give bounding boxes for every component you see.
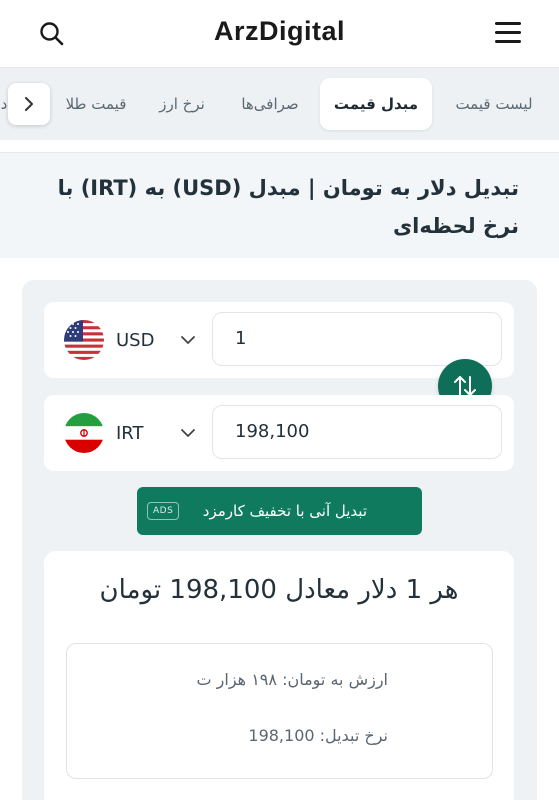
chevron-right-icon xyxy=(25,97,33,111)
value-label: ارزش به تومان: xyxy=(282,670,388,689)
from-currency-row: USD 1 xyxy=(44,302,514,378)
ads-badge: ADS xyxy=(147,502,180,520)
to-amount-input[interactable]: 198,100 xyxy=(212,405,502,459)
result-detail-box: ارزش به تومان: ۱۹۸ هزار ت نرخ تبدیل: 198… xyxy=(66,643,493,779)
chevron-down-icon xyxy=(181,429,195,437)
page-title-section: تبدیل دلار به تومان | مبدل (USD) به (IRT… xyxy=(0,152,559,258)
us-flag-icon xyxy=(64,320,104,360)
page-title: تبدیل دلار به تومان | مبدل (USD) به (IRT… xyxy=(57,176,519,238)
from-amount-input[interactable]: 1 xyxy=(212,312,502,366)
from-currency-code: USD xyxy=(116,329,155,351)
instant-convert-button[interactable]: ADS تبدیل آنی با تخفیف کارمزد xyxy=(137,487,422,535)
rate-value: 198,100 xyxy=(248,726,315,745)
from-currency-select[interactable]: USD xyxy=(64,320,198,360)
rate-label: نرخ تبدیل: xyxy=(319,726,388,745)
to-currency-select[interactable]: IRT xyxy=(64,413,198,453)
tab-price-converter[interactable]: مبدل قیمت xyxy=(320,78,432,130)
tab-gold-price[interactable]: قیمت طلا xyxy=(54,78,138,130)
value-line: ارزش به تومان: ۱۹۸ هزار ت xyxy=(197,670,388,689)
hamburger-menu-icon[interactable] xyxy=(495,22,521,46)
site-logo[interactable]: ArzDigital xyxy=(0,16,559,47)
rate-line: نرخ تبدیل: 198,100 xyxy=(248,726,388,745)
tabs-scroll-button[interactable] xyxy=(8,83,50,125)
chevron-down-icon xyxy=(181,336,195,344)
result-headline: هر 1 دلار معادل 198,100 تومان xyxy=(99,575,459,605)
iran-flag-icon xyxy=(64,413,104,453)
app-header: ArzDigital xyxy=(0,0,559,68)
result-card: هر 1 دلار معادل 198,100 تومان ارزش به تو… xyxy=(44,551,514,800)
tab-price-list[interactable]: لیست قیمت xyxy=(438,78,550,130)
instant-convert-label: تبدیل آنی با تخفیف کارمزد xyxy=(202,502,367,520)
value-text: ۱۹۸ هزار ت xyxy=(196,670,277,689)
tab-bar: لیست قیمت مبدل قیمت صرافی‌ها نرخ ارز قیم… xyxy=(0,68,559,140)
tab-exchanges[interactable]: صرافی‌ها xyxy=(226,78,314,130)
converter-card: USD 1 IRT 198,100 ADS تبدیل آنی با تخفیف… xyxy=(22,280,537,800)
to-currency-row: IRT 198,100 xyxy=(44,395,514,471)
to-currency-code: IRT xyxy=(116,422,144,444)
tab-currency-rates[interactable]: نرخ ارز xyxy=(148,78,216,130)
tab-partial[interactable]: د xyxy=(0,78,8,130)
